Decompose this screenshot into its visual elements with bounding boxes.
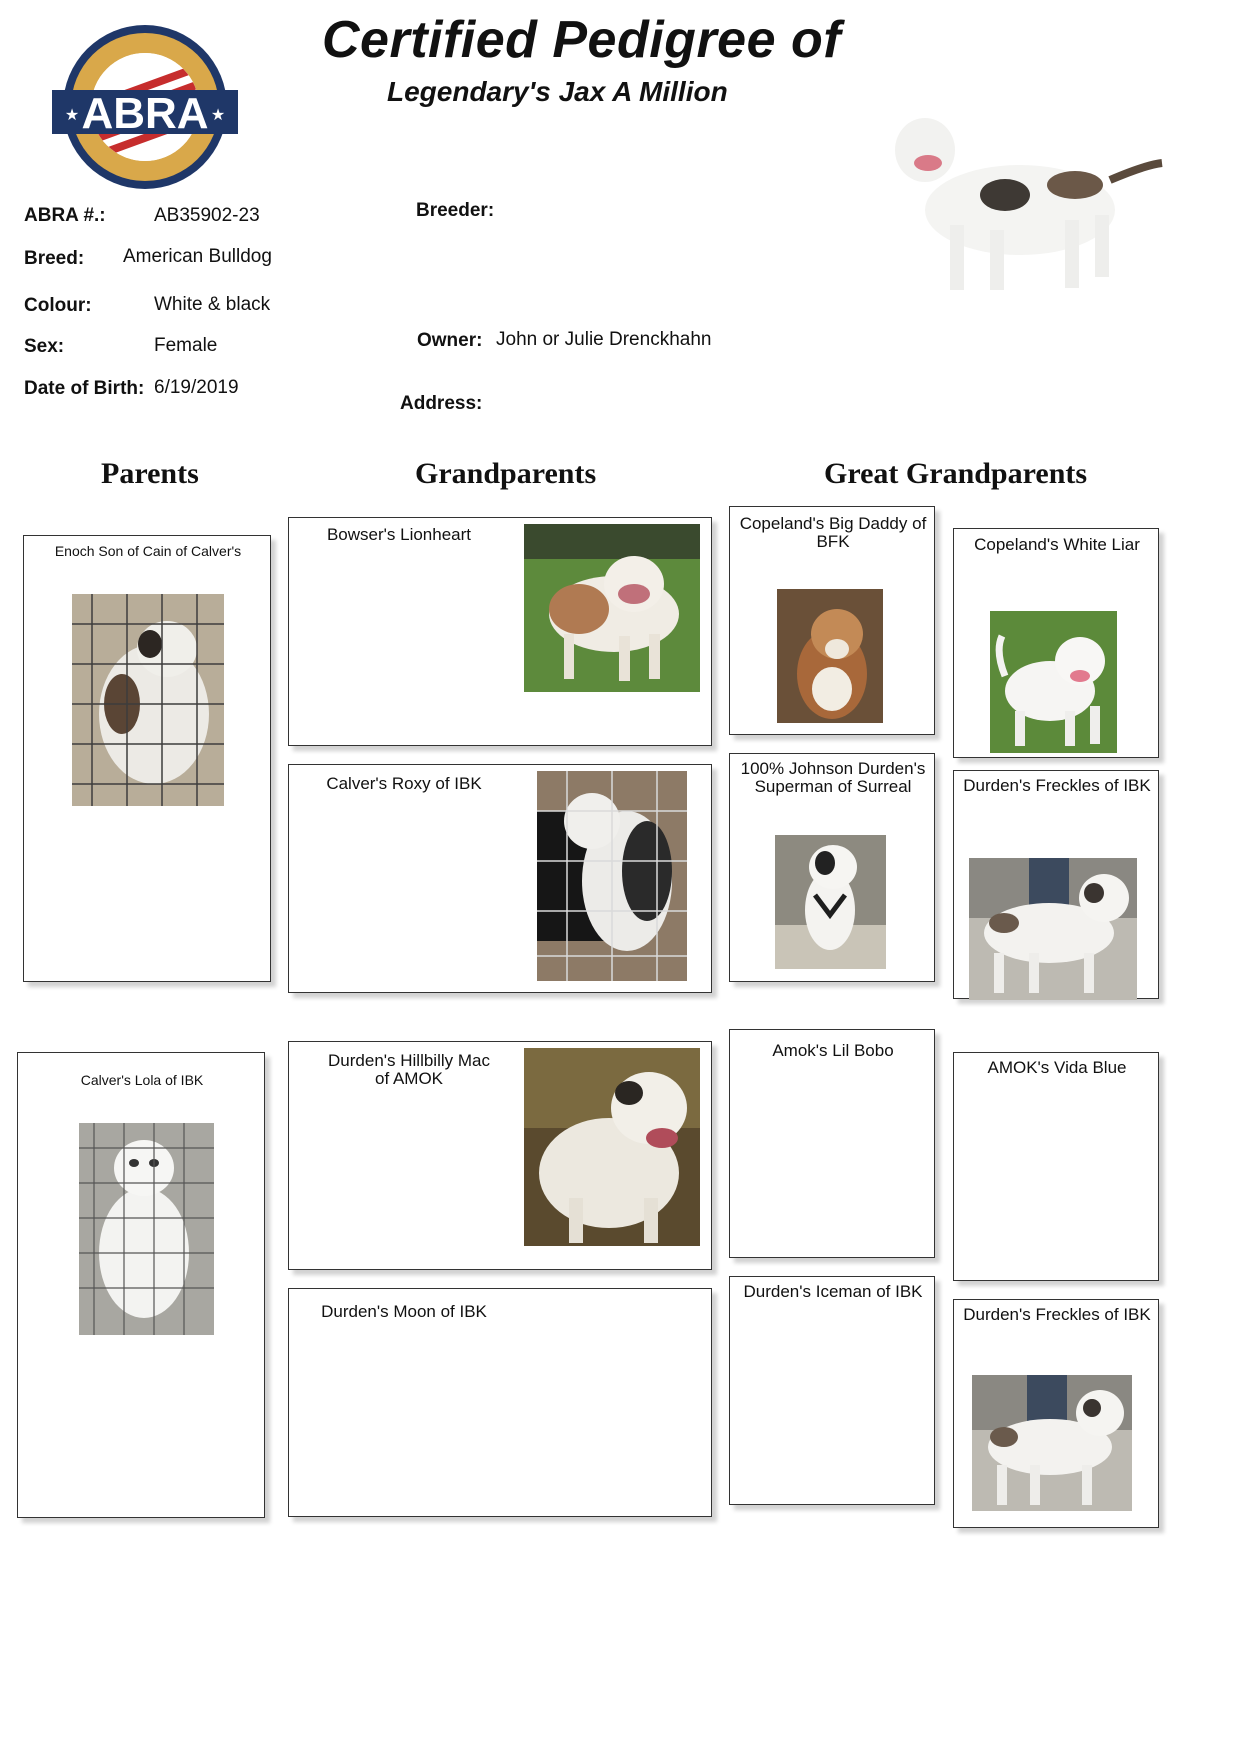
great-grandparents-heading: Great Grandparents: [824, 457, 1088, 490]
abra-number-value: AB35902-23: [154, 205, 260, 226]
sex-label: Sex:: [24, 336, 65, 357]
great-grandparent-card: Durden's Freckles of IBK: [953, 1299, 1159, 1528]
grandparent-card: Bowser's Lionheart: [288, 517, 712, 746]
great-grandparent-photo: [972, 1375, 1132, 1511]
colour-value: White & black: [154, 294, 271, 315]
grandparent-name: Calver's Roxy of IBK: [326, 774, 482, 793]
great-grandparent-name: Amok's Lil Bobo: [772, 1041, 894, 1060]
grandparent-photo: [537, 771, 687, 981]
grandparent-card: Calver's Roxy of IBK: [288, 764, 712, 993]
abra-number-label: ABRA #.:: [24, 205, 106, 226]
breeder-label: Breeder:: [416, 200, 495, 221]
great-grandparent-photo: [969, 858, 1137, 1000]
svg-text:ABRA: ABRA: [81, 89, 208, 138]
abra-seal-icon: ABRA ★ ★: [52, 25, 238, 189]
main-dog-photo: [880, 105, 1170, 320]
parent-name: Enoch Son of Cain of Calver's: [54, 543, 242, 559]
grandparents-heading: Grandparents: [415, 457, 597, 490]
great-grandparent-photo: [777, 589, 883, 723]
great-grandparent-card: 100% Johnson Durden's Superman of Surrea…: [729, 753, 935, 982]
parent-photo: [72, 594, 224, 806]
great-grandparent-card: Copeland's Big Daddy of BFK: [729, 506, 935, 735]
dob-label: Date of Birth:: [24, 378, 145, 399]
great-grandparent-name: Durden's Freckles of IBK: [963, 776, 1151, 795]
owner-value: John or Julie Drenckhahn: [496, 329, 712, 350]
colour-label: Colour:: [24, 295, 92, 316]
parent-name: Calver's Lola of IBK: [80, 1072, 204, 1088]
grandparent-name: Durden's Hillbilly Mac of AMOK: [328, 1051, 490, 1088]
grandparent-name: Durden's Moon of IBK: [321, 1302, 487, 1321]
svg-text:★: ★: [211, 107, 225, 124]
owner-label: Owner:: [417, 330, 483, 351]
great-grandparent-card: Durden's Freckles of IBK: [953, 770, 1159, 1000]
abra-logo: ABRA ★ ★: [50, 22, 240, 192]
parent-photo: [79, 1123, 214, 1335]
breed-label: Breed:: [24, 248, 85, 269]
great-grandparent-name: AMOK's Vida Blue: [987, 1058, 1127, 1077]
parent-card: Enoch Son of Cain of Calver's: [23, 535, 271, 982]
parents-heading: Parents: [101, 457, 199, 490]
grandparent-card: Durden's Moon of IBK: [288, 1288, 712, 1517]
great-grandparent-card: AMOK's Vida Blue: [953, 1052, 1159, 1281]
great-grandparent-card: Copeland's White Liar: [953, 528, 1159, 758]
great-grandparent-card: Durden's Iceman of IBK: [729, 1276, 935, 1505]
svg-text:★: ★: [65, 107, 79, 124]
great-grandparent-card: Amok's Lil Bobo: [729, 1029, 935, 1258]
great-grandparent-name: Durden's Freckles of IBK: [963, 1305, 1151, 1324]
dob-value: 6/19/2019: [154, 377, 239, 398]
dog-name: Legendary's Jax A Million: [387, 76, 728, 107]
great-grandparent-name: 100% Johnson Durden's Superman of Surrea…: [740, 759, 926, 796]
address-label: Address:: [400, 393, 483, 414]
grandparent-card: Durden's Hillbilly Mac of AMOK: [288, 1041, 712, 1270]
sex-value: Female: [154, 335, 218, 356]
great-grandparent-name: Copeland's Big Daddy of BFK: [739, 514, 927, 551]
breed-value: American Bulldog: [123, 246, 272, 267]
grandparent-photo: [524, 524, 700, 692]
grandparent-photo: [524, 1048, 700, 1246]
great-grandparent-name: Copeland's White Liar: [974, 535, 1140, 554]
great-grandparent-photo: [775, 835, 886, 969]
page-title: Certified Pedigree of: [322, 11, 842, 69]
parent-card: Calver's Lola of IBK: [17, 1052, 265, 1518]
great-grandparent-photo: [990, 611, 1117, 753]
grandparent-name: Bowser's Lionheart: [326, 525, 472, 544]
great-grandparent-name: Durden's Iceman of IBK: [743, 1282, 923, 1301]
